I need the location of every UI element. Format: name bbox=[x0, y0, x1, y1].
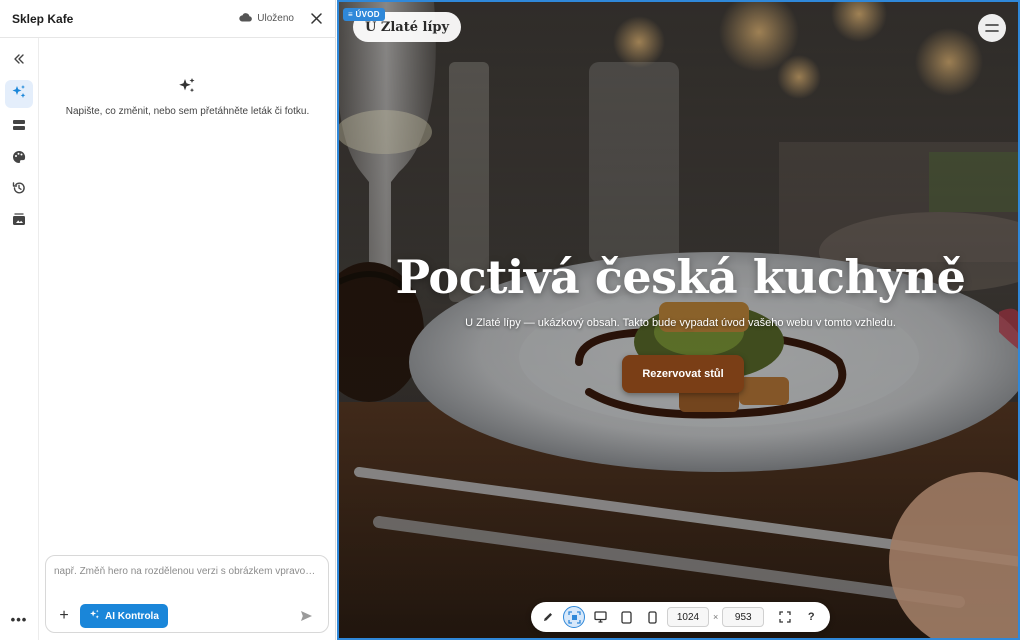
palette-icon bbox=[12, 150, 26, 169]
dimension-separator: × bbox=[713, 612, 719, 622]
more-icon[interactable]: ••• bbox=[10, 612, 28, 627]
hero-subtitle: U Zlaté lípy — ukázkový obsah. Takto bud… bbox=[465, 317, 896, 329]
desktop-view-icon[interactable] bbox=[589, 606, 611, 628]
plus-icon[interactable]: + bbox=[56, 607, 72, 624]
ai-check-button[interactable]: AI Kontrola bbox=[80, 604, 168, 628]
save-status-label: Uloženo bbox=[257, 13, 294, 24]
media-button[interactable] bbox=[5, 208, 33, 236]
media-folder-icon bbox=[12, 213, 27, 231]
sparkles-icon bbox=[89, 609, 100, 623]
close-icon[interactable] bbox=[308, 11, 324, 27]
collapse-panel-button[interactable] bbox=[5, 46, 33, 74]
tablet-view-icon[interactable] bbox=[615, 606, 637, 628]
cloud-icon bbox=[239, 12, 253, 25]
ai-check-label: AI Kontrola bbox=[105, 610, 159, 622]
sections-button[interactable] bbox=[5, 113, 33, 141]
double-chevron-left-icon bbox=[13, 51, 25, 69]
chat-input[interactable] bbox=[54, 564, 320, 598]
mobile-view-icon[interactable] bbox=[641, 606, 663, 628]
editor-header: Sklep Kafe Uloženo bbox=[0, 0, 336, 38]
ai-assistant-button[interactable] bbox=[5, 80, 33, 108]
send-icon[interactable] bbox=[298, 608, 314, 624]
side-rail bbox=[0, 38, 39, 640]
theme-button[interactable] bbox=[5, 145, 33, 173]
viewport-width-input[interactable] bbox=[667, 607, 709, 627]
history-button[interactable] bbox=[5, 176, 33, 204]
fit-view-icon[interactable] bbox=[563, 606, 585, 628]
section-tag: ≡ ÚVOD bbox=[343, 8, 385, 21]
fullscreen-icon[interactable] bbox=[774, 606, 796, 628]
hero-title: Poctivá česká kuchyně bbox=[395, 250, 966, 304]
chat-empty-hint: Napište, co změnit, nebo sem přetáhněte … bbox=[65, 106, 310, 117]
edit-pencil-icon[interactable] bbox=[537, 606, 559, 628]
chat-empty-state: Napište, co změnit, nebo sem přetáhněte … bbox=[40, 38, 335, 538]
save-status: Uloženo bbox=[239, 12, 294, 25]
help-button[interactable]: ? bbox=[800, 606, 822, 628]
viewport-height-input[interactable] bbox=[722, 607, 765, 627]
editor-panel: Sklep Kafe Uloženo Napište, co změnit, n… bbox=[0, 0, 336, 640]
site-preview: ≡ ÚVOD U Zlaté lípy Poctivá česká kuchyn… bbox=[337, 0, 1020, 640]
chat-composer: + AI Kontrola bbox=[45, 555, 329, 633]
reserve-table-button[interactable]: Rezervovat stůl bbox=[622, 355, 744, 393]
project-title: Sklep Kafe bbox=[12, 11, 74, 26]
history-icon bbox=[12, 181, 26, 200]
hamburger-menu-icon[interactable] bbox=[978, 14, 1006, 42]
sparkles-icon bbox=[11, 84, 27, 105]
sparkles-icon bbox=[177, 76, 197, 101]
layout-sections-icon bbox=[12, 118, 26, 136]
preview-toolbar: × ? bbox=[531, 602, 830, 632]
